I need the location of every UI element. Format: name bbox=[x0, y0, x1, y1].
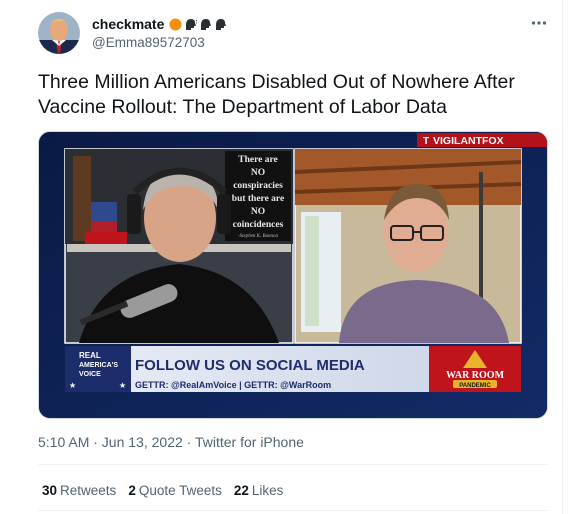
lower-third-banner: REAL AMERICA'S VOICE ★ ★ FOLLOW US ON SO… bbox=[65, 346, 521, 392]
tweet-timestamp[interactable]: 5:10 AM · Jun 13, 2022 bbox=[38, 434, 183, 450]
retweets-count: 30 bbox=[42, 483, 58, 498]
meta-separator: · bbox=[186, 434, 195, 450]
likes-label: Likes bbox=[251, 483, 284, 498]
likes-count: 22 bbox=[233, 483, 249, 498]
more-horizontal-icon[interactable] bbox=[530, 14, 548, 32]
sign-line: NO bbox=[251, 207, 265, 217]
retweets-stat[interactable]: 30 Retweets bbox=[42, 483, 116, 498]
divider bbox=[38, 464, 548, 465]
likes-stat[interactable]: 22 Likes bbox=[234, 483, 284, 498]
tweet-source[interactable]: Twitter for iPhone bbox=[195, 434, 304, 450]
quotes-label: Quote Tweets bbox=[138, 483, 222, 498]
warroom-title: WAR ROOM bbox=[446, 370, 505, 381]
banner-subtitle: GETTR: @RealAmVoice | GETTR: @WarRoom bbox=[135, 380, 331, 390]
tweet-video[interactable]: There are NO conspiracies but there are … bbox=[38, 131, 548, 419]
svg-text:T: T bbox=[423, 136, 429, 147]
retweets-label: Retweets bbox=[60, 483, 117, 498]
tweet-text: Three Million Americans Disabled Out of … bbox=[38, 71, 515, 118]
speaking-head-icon bbox=[186, 18, 198, 30]
tweet-meta: 5:10 AM · Jun 13, 2022 · Twitter for iPh… bbox=[38, 434, 304, 450]
svg-text:★: ★ bbox=[119, 381, 126, 390]
sign-line: but there are bbox=[232, 194, 284, 204]
sign-line: -Stephen K. Bannon bbox=[238, 234, 279, 239]
speaking-head-icon bbox=[216, 18, 227, 30]
rav-logo-line: AMERICA'S bbox=[79, 362, 118, 369]
tweet-card: checkmate @Emma89572703 Three Million Am… bbox=[0, 0, 563, 514]
author-name-row[interactable]: checkmate bbox=[92, 16, 227, 32]
display-name[interactable]: checkmate bbox=[92, 16, 164, 32]
vigilantfox-watermark: T VIGILANTFOX bbox=[417, 133, 547, 147]
sign-line: There are bbox=[238, 155, 277, 165]
sign-line: coincidences bbox=[233, 220, 284, 230]
avatar[interactable] bbox=[38, 12, 80, 54]
quotes-count: 2 bbox=[128, 483, 136, 498]
svg-text:★: ★ bbox=[69, 381, 76, 390]
warroom-subtitle: PANDEMIC bbox=[459, 383, 491, 389]
engagement-stats: 30 Retweets 2 Quote Tweets 22 Likes bbox=[42, 483, 283, 498]
user-handle[interactable]: @Emma89572703 bbox=[92, 35, 205, 50]
speaking-head-icon bbox=[201, 18, 212, 30]
sign-line: NO bbox=[251, 168, 265, 178]
orange-circle-icon bbox=[169, 18, 182, 30]
coincidence-sign: There are NO conspiracies but there are … bbox=[225, 151, 291, 241]
banner-title: FOLLOW US ON SOCIAL MEDIA bbox=[135, 357, 365, 374]
quote-tweets-stat[interactable]: 2 Quote Tweets bbox=[128, 483, 222, 498]
divider bbox=[38, 510, 548, 511]
right-video-panel bbox=[294, 148, 522, 344]
rav-logo-line: REAL bbox=[79, 351, 101, 360]
rav-logo-line: VOICE bbox=[79, 371, 101, 378]
left-video-panel: There are NO conspiracies but there are … bbox=[64, 148, 294, 344]
sign-line: conspiracies bbox=[233, 181, 283, 191]
watermark-text: VIGILANTFOX bbox=[433, 135, 504, 147]
